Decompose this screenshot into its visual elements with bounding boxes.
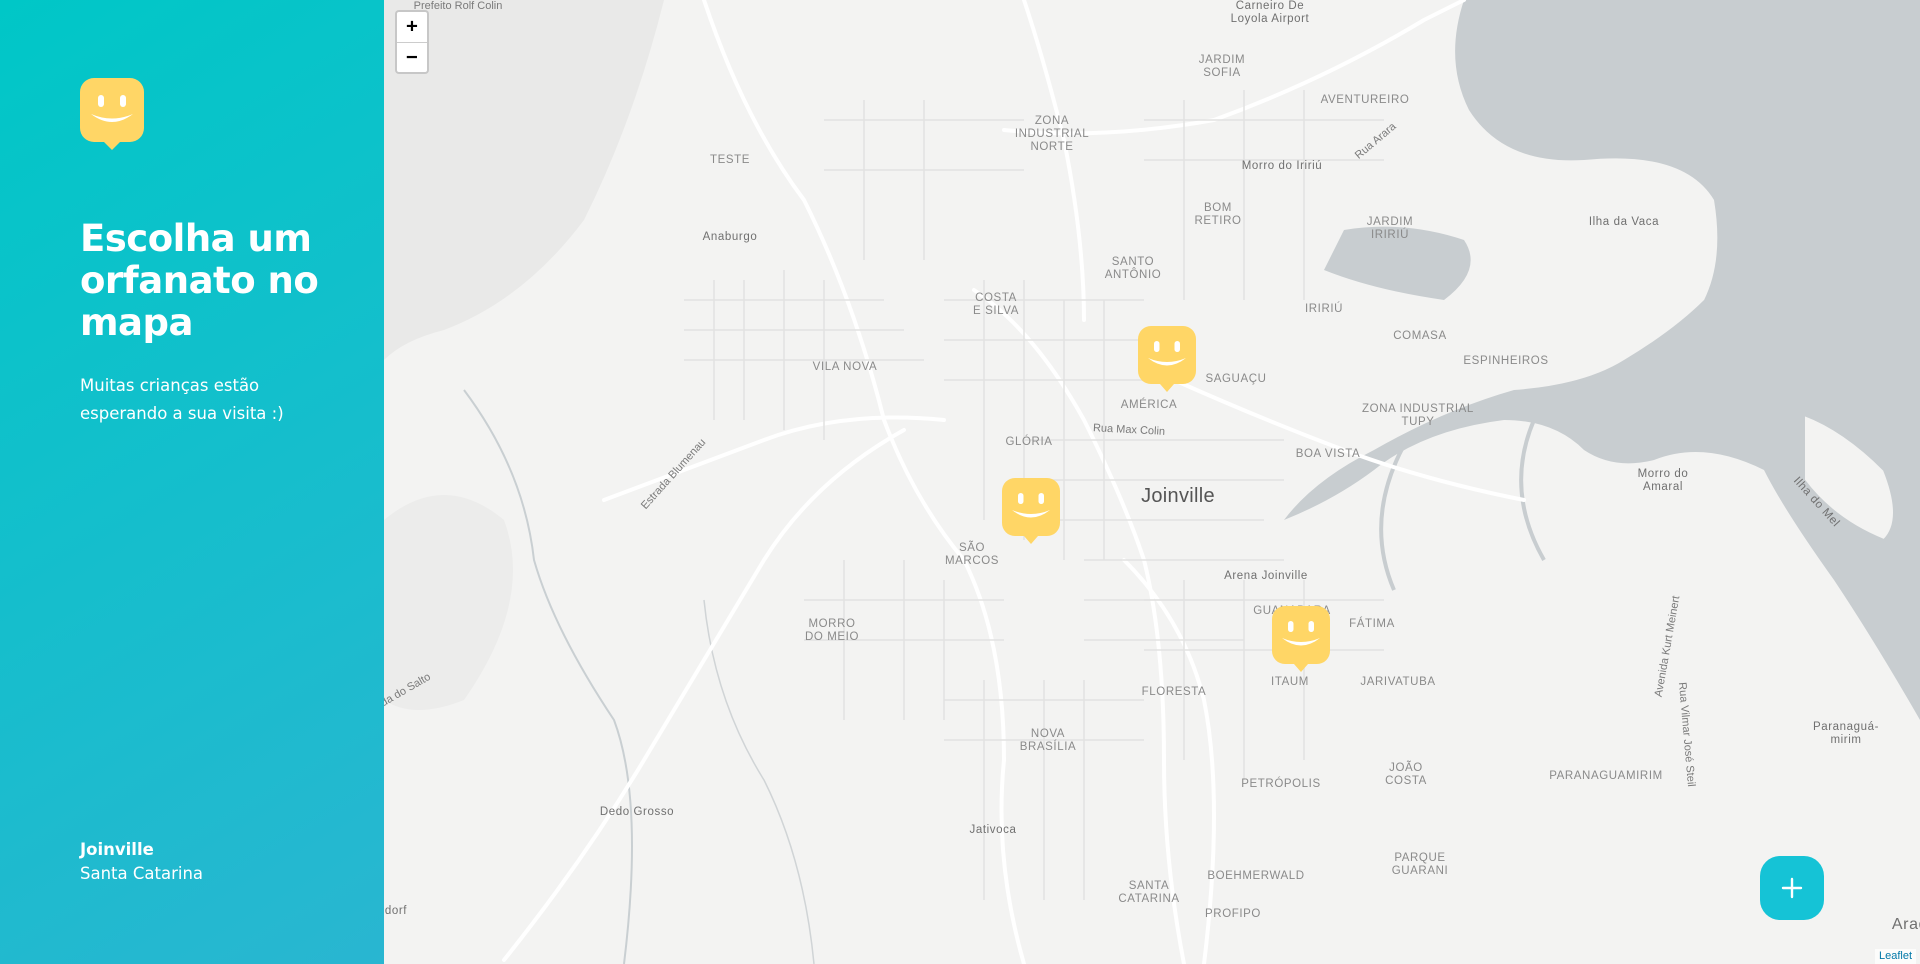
orphanage-marker[interactable]	[1138, 326, 1196, 394]
page-title: Escolha um orfanato no mapa	[80, 217, 319, 344]
map-label: MORRO DO MEIO	[804, 618, 860, 643]
orphanage-marker-icon	[1138, 326, 1196, 392]
map-label: AMÉRICA	[1120, 399, 1178, 411]
map-label: JARDIM IRIRIÚ	[1366, 216, 1414, 241]
map-label: JARIVATUBA	[1360, 676, 1436, 688]
location-city: Joinville	[80, 840, 154, 859]
location-state: Santa Catarina	[80, 864, 204, 883]
zoom-control: + −	[395, 10, 429, 74]
map-label: Dedo Grosso	[599, 806, 675, 818]
map-label: PARANAGUAMIRIM	[1549, 770, 1663, 782]
map-label: AVENTUREIRO	[1320, 94, 1410, 106]
map-label: PROFIPO	[1205, 908, 1261, 920]
orphanage-marker-icon	[1002, 478, 1060, 544]
map-label: TESTE	[709, 154, 751, 166]
map-label: NOVA BRASÍLIA	[1019, 728, 1077, 753]
map-label: BOEHMERWALD	[1207, 870, 1305, 882]
map-label: Ilha da Vaca	[1588, 216, 1660, 228]
create-orphanage-button[interactable]	[1760, 856, 1824, 920]
zoom-out-button[interactable]: −	[397, 43, 427, 73]
map-label: Jativoca	[969, 824, 1017, 836]
map-label: SANTA CATARINA	[1118, 880, 1180, 905]
map-label: Prefeito Rolf Colin	[413, 0, 503, 12]
map[interactable]: + − Prefeito Rolf Colin Carneiro De Loyo…	[384, 0, 1920, 964]
map-label: PETRÓPOLIS	[1241, 778, 1321, 790]
orphanage-marker[interactable]	[1002, 478, 1060, 546]
map-label: Araq	[1891, 916, 1920, 933]
leaflet-link[interactable]: Leaflet	[1879, 950, 1912, 962]
map-label: Anaburgo	[702, 231, 758, 243]
map-label: SÃO MARCOS	[944, 542, 1000, 567]
map-label: Joinville	[1141, 485, 1215, 507]
map-label: FÁTIMA	[1349, 618, 1395, 630]
map-label: Carneiro De Loyola Airport	[1230, 0, 1310, 25]
page-subtitle: Muitas crianças estão esperando a sua vi…	[80, 376, 284, 423]
map-label: dorf	[384, 905, 408, 917]
map-label: GLÓRIA	[1005, 436, 1053, 448]
smile-logo-icon	[80, 78, 144, 150]
map-label: JOÃO COSTA	[1385, 762, 1427, 787]
zoom-in-button[interactable]: +	[397, 12, 427, 43]
map-label: ITAUM	[1271, 676, 1309, 688]
map-label: PARQUE GUARANI	[1391, 852, 1449, 877]
orphanage-marker-icon	[1272, 606, 1330, 672]
map-attribution[interactable]: Leaflet	[1874, 949, 1916, 964]
map-label: Morro do Amaral	[1637, 468, 1689, 493]
map-label: Arena Joinville	[1224, 570, 1308, 582]
map-label: Morro do Iririú	[1241, 160, 1323, 172]
map-label: IRIRIÚ	[1304, 303, 1344, 315]
sidebar: Escolha um orfanato no mapa Muitas crian…	[0, 0, 384, 964]
map-label: SANTO ANTÔNIO	[1104, 256, 1162, 281]
orphanage-marker[interactable]	[1272, 606, 1330, 674]
map-label: SAGUAÇU	[1205, 373, 1267, 385]
map-label: BOA VISTA	[1295, 448, 1361, 460]
map-label: ZONA INDUSTRIAL NORTE	[1014, 115, 1090, 153]
map-tiles	[384, 0, 1920, 964]
map-label: ESPINHEIROS	[1463, 355, 1549, 367]
map-label: JARDIM SOFIA	[1198, 54, 1246, 79]
map-label: Paranaguá- mirim	[1812, 721, 1880, 746]
map-label: COSTA E SILVA	[973, 292, 1019, 317]
map-label: FLORESTA	[1141, 686, 1207, 698]
map-label: BOM RETIRO	[1194, 202, 1242, 227]
map-label: VILA NOVA	[812, 361, 878, 373]
map-label: COMASA	[1393, 330, 1447, 342]
map-label: ZONA INDUSTRIAL TUPY	[1362, 403, 1474, 428]
plus-icon	[1781, 877, 1803, 899]
